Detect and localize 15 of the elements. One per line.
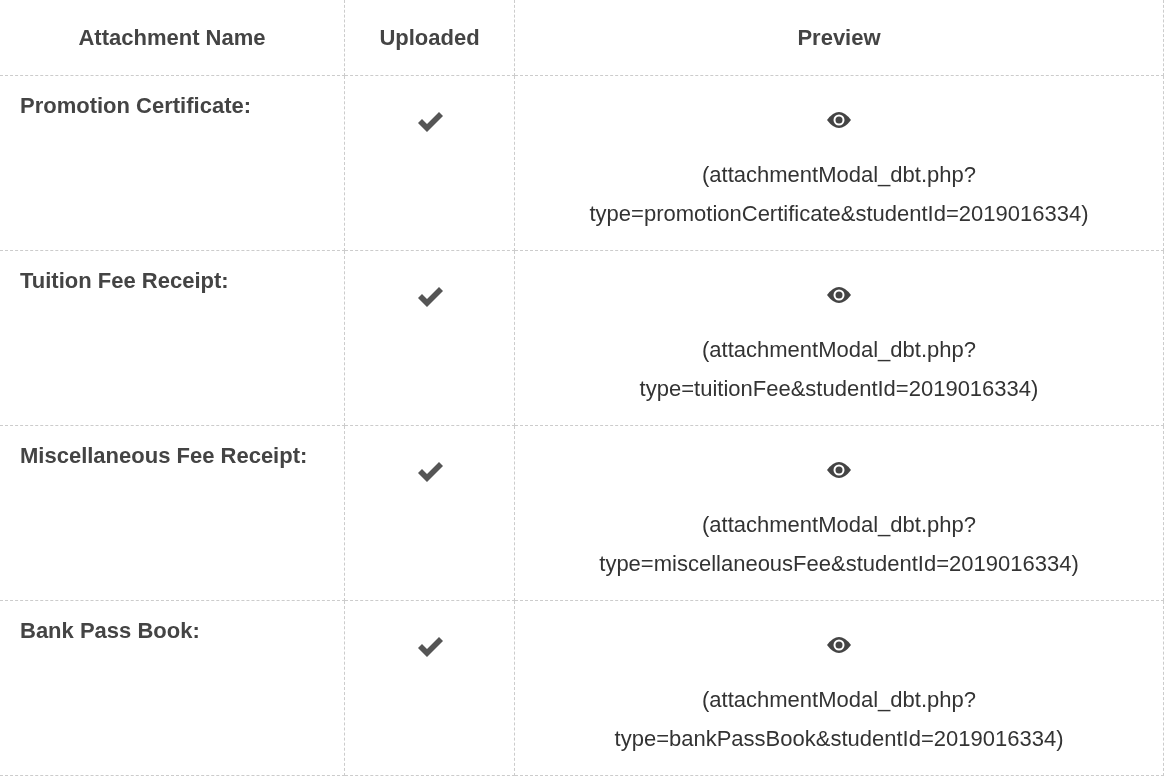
preview-link[interactable]: (attachmentModal_dbt.php? type=bankPassBook&studentId=2019016334) — [614, 681, 1064, 758]
eye-icon[interactable] — [826, 460, 852, 480]
attachment-name: Miscellaneous Fee Receipt: — [20, 443, 308, 468]
preview-link[interactable]: (attachmentModal_dbt.php? type=promotionCertificate&studentId=2019016334) — [589, 156, 1089, 233]
attachment-name: Tuition Fee Receipt: — [20, 268, 229, 293]
preview-link[interactable]: (attachmentModal_dbt.php? type=tuitionFee&studentId=2019016334) — [639, 331, 1039, 408]
eye-icon[interactable] — [826, 635, 852, 655]
attachment-name: Promotion Certificate: — [20, 93, 252, 118]
column-header: Uploaded — [379, 24, 480, 51]
eye-icon[interactable] — [826, 285, 852, 305]
preview-link[interactable]: (attachmentModal_dbt.php? type=miscellaneousFee&studentId=2019016334) — [599, 506, 1079, 583]
attachment-name: Bank Pass Book: — [20, 618, 200, 643]
eye-icon[interactable] — [826, 110, 852, 130]
column-header: Preview — [797, 24, 881, 51]
column-header: Attachment Name — [78, 24, 266, 51]
